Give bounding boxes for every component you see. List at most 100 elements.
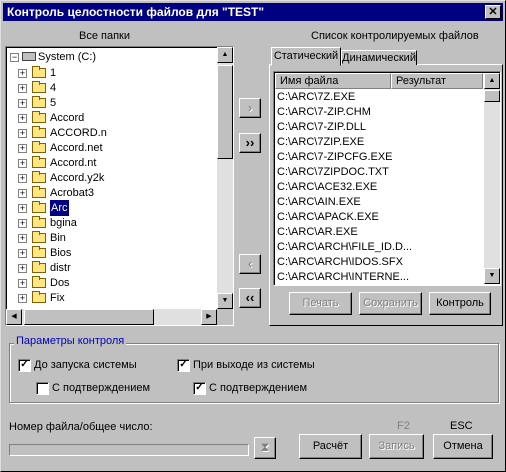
save-button[interactable]: Сохранить (359, 292, 422, 315)
tree-horizontal-scrollbar[interactable]: ◀ ▶ (6, 309, 217, 325)
folder-icon (32, 246, 46, 258)
file-list-row[interactable]: C:\ARC\ARCH\INTERNE... (277, 270, 482, 285)
scroll-down-icon[interactable]: ▼ (217, 293, 233, 309)
tree-folder-item[interactable]: +1 (16, 65, 214, 81)
tree-folder-item[interactable]: +4 (16, 80, 214, 96)
file-list-row[interactable]: C:\ARC\7-ZIP.DLL (277, 120, 482, 135)
tree-hscroll-thumb[interactable] (24, 309, 154, 325)
calculate-button[interactable]: Расчёт (299, 434, 362, 459)
tree-folder-item[interactable]: + Fix (16, 290, 214, 306)
file-list-row[interactable]: C:\ARC\ACE32.EXE (277, 180, 482, 195)
file-list-row[interactable]: C:\ARC\7ZIP.EXE (277, 135, 482, 150)
file-list-row[interactable]: C:\ARC\7Z.EXE (277, 90, 482, 105)
tab-dynamic[interactable]: Динамический (341, 50, 417, 65)
folder-label: 1 (50, 67, 57, 79)
tree-folder-item[interactable]: + Accord.nt (16, 155, 214, 171)
expand-icon[interactable]: + (18, 264, 27, 273)
file-list-row[interactable]: C:\ARC\ARCH\FILE_ID.D... (277, 240, 482, 255)
expand-icon[interactable]: + (18, 144, 27, 153)
folder-label: distr (50, 262, 71, 274)
control-button[interactable]: Контроль (429, 292, 491, 315)
file-list-row[interactable]: C:\ARC\7-ZIP.CHM (277, 105, 482, 120)
tree-folder-item[interactable]: + Accord (16, 110, 214, 126)
on-exit-checkbox[interactable]: ✓ (177, 359, 190, 372)
before-start-confirm-label[interactable]: С подтверждением (52, 382, 150, 394)
file-list[interactable]: Имя файла Результат C:\ARC\7Z.EXE C:\ARC\… (273, 71, 501, 286)
tree-folder-item[interactable]: + Arc (16, 200, 214, 216)
add-file-button[interactable]: › (239, 98, 261, 118)
folder-icon (32, 186, 46, 198)
file-list-row[interactable]: C:\ARC\ARCH\IDOS.SFX (277, 255, 482, 270)
folder-icon (32, 201, 46, 213)
on-exit-confirm-label[interactable]: С подтверждением (209, 382, 307, 394)
file-list-row[interactable]: C:\ARC\7-ZIPCFG.EXE (277, 150, 482, 165)
scroll-down-icon[interactable]: ▼ (484, 268, 500, 284)
folder-tree[interactable]: − System (C:) +1 +4 +5 + Accord + ACCORD.n + Acc… (5, 46, 234, 326)
progress-bar (9, 444, 249, 456)
folder-icon (32, 111, 46, 123)
folder-icon (32, 261, 46, 273)
expand-icon[interactable]: + (18, 174, 27, 183)
before-start-checkbox[interactable]: ✓ (18, 359, 31, 372)
tree-folder-item[interactable]: + Accord.y2k (16, 170, 214, 186)
tree-folder-item[interactable]: + Bin (16, 230, 214, 246)
tree-folder-item[interactable]: + bgina (16, 215, 214, 231)
folder-icon (32, 126, 46, 138)
expand-icon[interactable]: + (18, 219, 27, 228)
cancel-button[interactable]: Отмена (433, 434, 493, 459)
expand-icon[interactable]: + (18, 69, 27, 78)
on-exit-label[interactable]: При выходе из системы (193, 359, 315, 371)
scroll-right-icon[interactable]: ▶ (201, 309, 217, 325)
file-scroll-thumb[interactable] (484, 90, 500, 102)
expand-icon[interactable]: + (18, 249, 27, 258)
print-button[interactable]: Печать (289, 292, 352, 315)
collapse-icon[interactable]: − (10, 53, 19, 62)
on-exit-confirm-checkbox[interactable]: ✓ (193, 382, 206, 395)
remove-all-button[interactable]: ‹‹ (239, 288, 261, 308)
tree-root[interactable]: − System (C:) (8, 49, 218, 65)
add-all-button[interactable]: ›› (239, 133, 261, 153)
tree-vertical-scrollbar[interactable]: ▲ ▼ (217, 47, 233, 309)
expand-icon[interactable]: + (18, 84, 27, 93)
write-button[interactable]: Запись (369, 434, 424, 459)
expand-icon[interactable]: + (18, 129, 27, 138)
tab-static[interactable]: Статический (271, 47, 341, 66)
scroll-corner (217, 309, 233, 325)
file-list-row[interactable]: C:\ARC\APACK.EXE (277, 210, 482, 225)
expand-icon[interactable]: + (18, 294, 27, 303)
tree-folder-item[interactable]: + distr (16, 260, 214, 276)
folder-label: Bin (50, 232, 66, 244)
expand-icon[interactable]: + (18, 114, 27, 123)
expand-icon[interactable]: + (18, 234, 27, 243)
column-header-result[interactable]: Результат (391, 73, 483, 89)
tree-scroll-thumb[interactable] (217, 65, 233, 159)
scroll-up-icon[interactable]: ▲ (484, 73, 500, 89)
folder-label: Bios (50, 247, 72, 259)
remove-file-button[interactable]: ‹ (239, 254, 261, 274)
tree-folder-item[interactable]: + Dos (16, 275, 214, 291)
expand-icon[interactable]: + (18, 279, 27, 288)
file-list-scrollbar[interactable]: ▲ ▼ (484, 73, 500, 284)
tree-folder-item[interactable]: + Bios (16, 245, 214, 261)
scroll-left-icon[interactable]: ◀ (6, 309, 22, 325)
hourglass-icon[interactable]: ⧗ (254, 437, 276, 459)
file-list-row[interactable]: C:\ARC\7ZIPDOC.TXT (277, 165, 482, 180)
folder-icon (32, 171, 46, 183)
tree-folder-item[interactable]: + Acrobat3 (16, 185, 214, 201)
expand-icon[interactable]: + (18, 189, 27, 198)
scroll-up-icon[interactable]: ▲ (217, 47, 233, 63)
folder-icon (32, 141, 46, 153)
file-list-row[interactable]: C:\ARC\AIN.EXE (277, 195, 482, 210)
before-start-label[interactable]: До запуска системы (34, 359, 137, 371)
column-header-filename[interactable]: Имя файла (275, 73, 391, 89)
close-icon[interactable]: ✕ (485, 5, 501, 19)
tree-folder-item[interactable]: +5 (16, 95, 214, 111)
folder-label: Accord (50, 112, 85, 124)
before-start-confirm-checkbox[interactable] (36, 382, 49, 395)
tree-folder-item[interactable]: + Accord.net (16, 140, 214, 156)
expand-icon[interactable]: + (18, 99, 27, 108)
expand-icon[interactable]: + (18, 204, 27, 213)
expand-icon[interactable]: + (18, 159, 27, 168)
file-list-row[interactable]: C:\ARC\AR.EXE (277, 225, 482, 240)
tree-folder-item[interactable]: + ACCORD.n (16, 125, 214, 141)
